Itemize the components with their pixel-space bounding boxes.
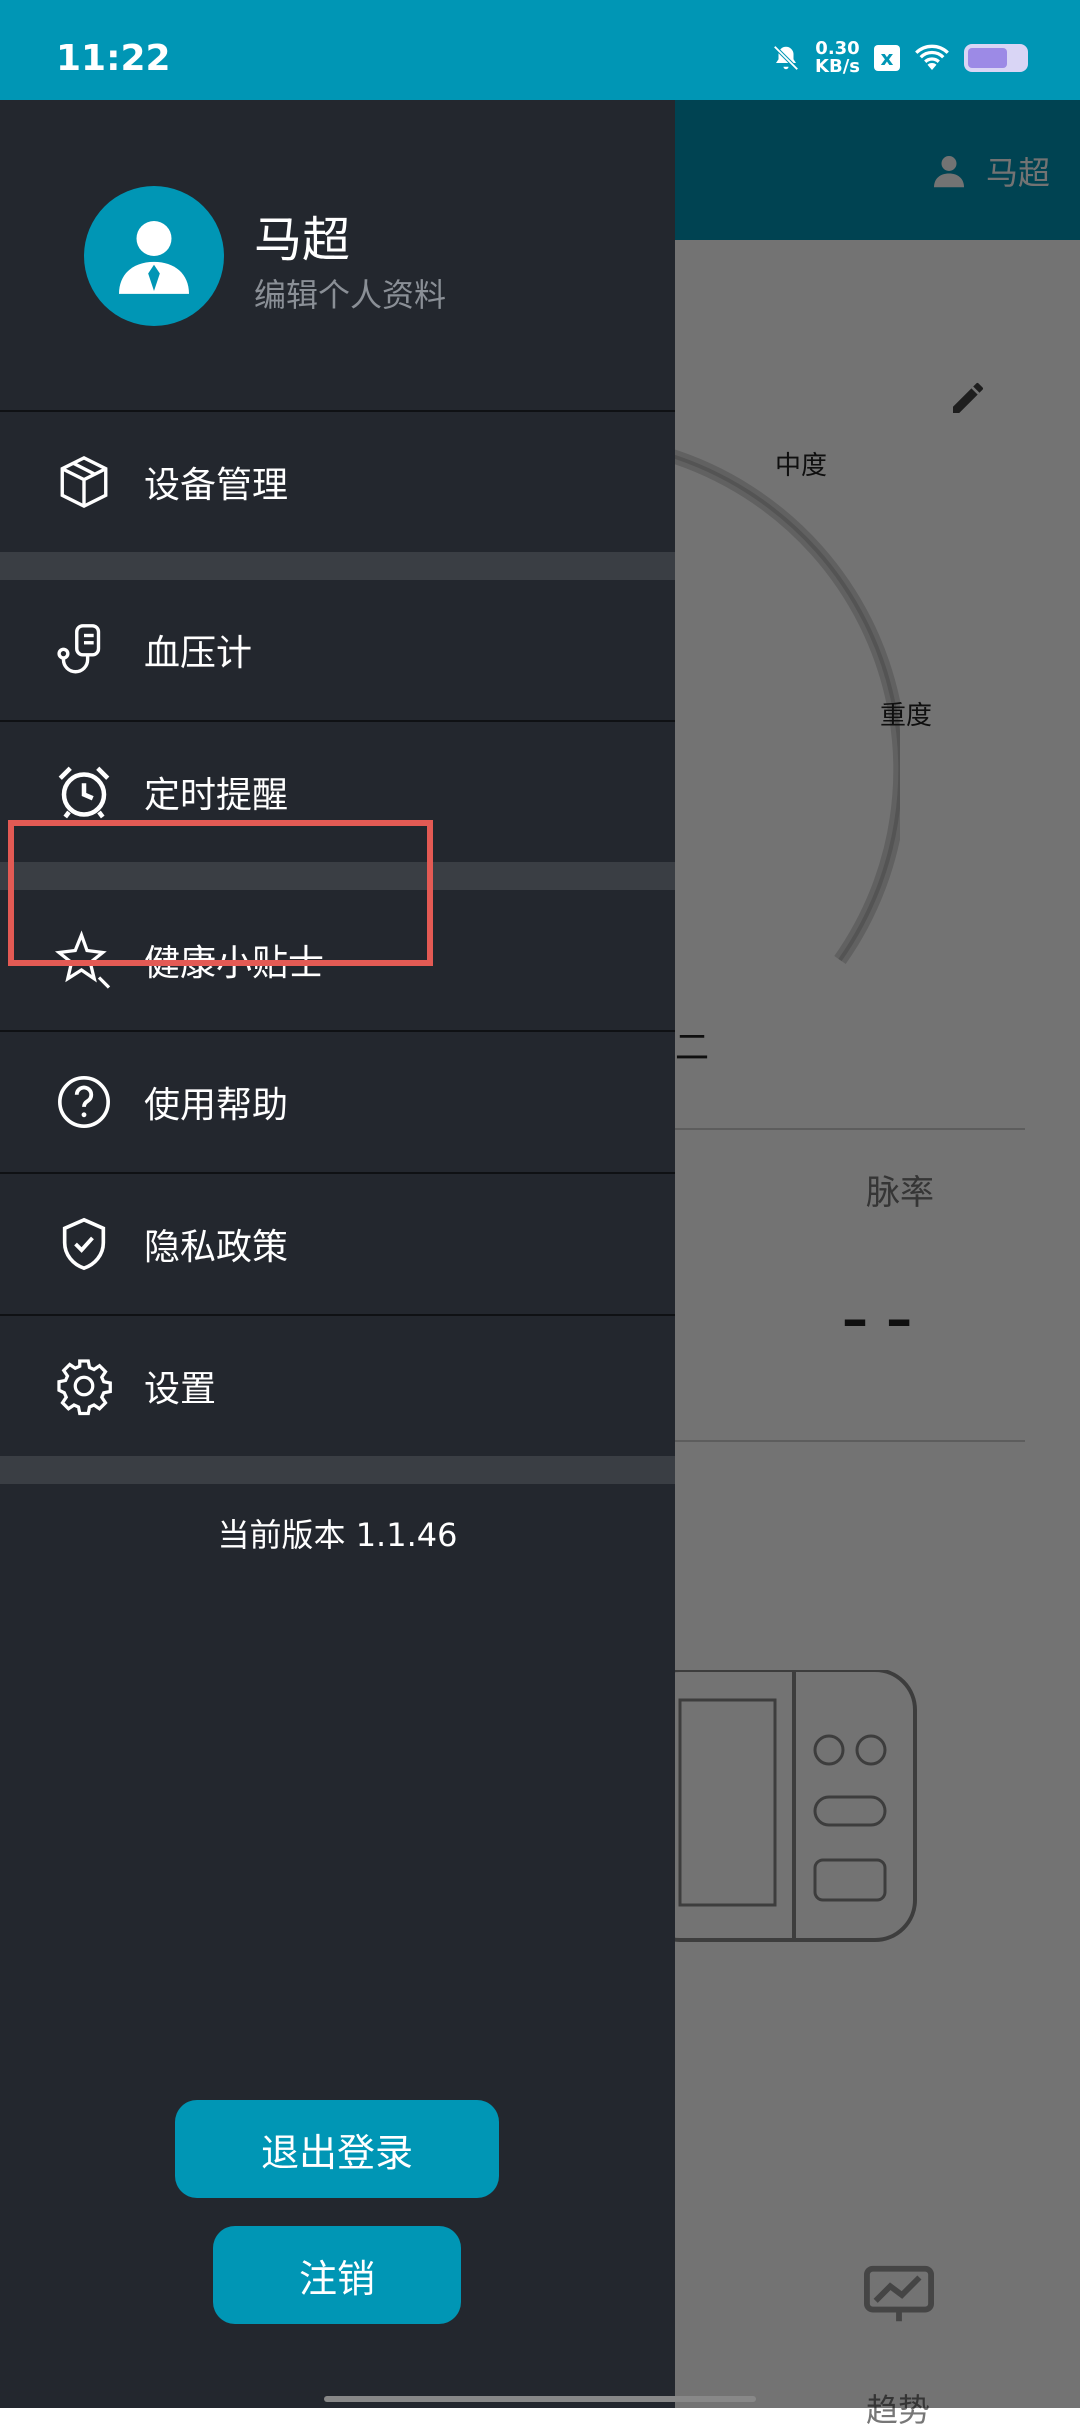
menu-label: 使用帮助 [144,1085,289,1126]
menu-item-device-management[interactable]: 设备管理 [0,412,675,552]
menu-item-blood-pressure-monitor[interactable]: 血压计 [0,580,675,720]
battery-level [968,48,1008,68]
status-icons: 0.30 KB/s x [771,40,1028,76]
x-badge-icon: x [874,45,900,71]
logout-button[interactable]: 退出登录 [175,2100,499,2198]
menu-item-help[interactable]: 使用帮助 [0,1032,675,1172]
menu-item-settings[interactable]: 设置 [0,1316,675,1456]
highlight-box [8,820,433,966]
menu-label: 血压计 [144,633,253,674]
menu-item-privacy-policy[interactable]: 隐私政策 [0,1174,675,1314]
section-gap [0,552,675,580]
battery-icon [964,44,1028,72]
alarm-clock-icon [58,766,110,819]
avatar[interactable] [84,186,224,326]
navigation-drawer: 马超 编辑个人资料 设备管理 血压计 定时提醒 健康小贴士 使用帮助 隐私政策 … [0,100,675,2408]
section-gap [0,1456,675,1484]
help-circle-icon [58,1076,110,1128]
box-icon [60,455,108,509]
home-indicator[interactable] [324,2396,756,2402]
status-time: 11:22 [56,38,171,79]
deregister-button[interactable]: 注销 [213,2226,461,2324]
shield-check-icon [62,1217,106,1271]
profile-name: 马超 [254,212,351,268]
menu-label: 设置 [144,1369,217,1410]
menu-label: 定时提醒 [144,775,289,816]
net-speed: 0.30 KB/s [815,38,860,77]
app-version: 当前版本 1.1.46 [217,1516,458,1554]
gear-icon [57,1359,112,1416]
menu-label: 隐私政策 [144,1227,289,1268]
menu-label: 设备管理 [144,465,289,506]
stethoscope-icon [57,624,101,674]
status-bar: 11:22 0.30 KB/s x [0,0,1080,100]
user-avatar-icon [119,221,189,294]
edit-profile-link[interactable]: 编辑个人资料 [254,270,446,316]
profile-section[interactable]: 马超 编辑个人资料 [0,100,675,410]
bell-muted-icon [773,45,799,71]
wifi-icon [915,44,949,70]
